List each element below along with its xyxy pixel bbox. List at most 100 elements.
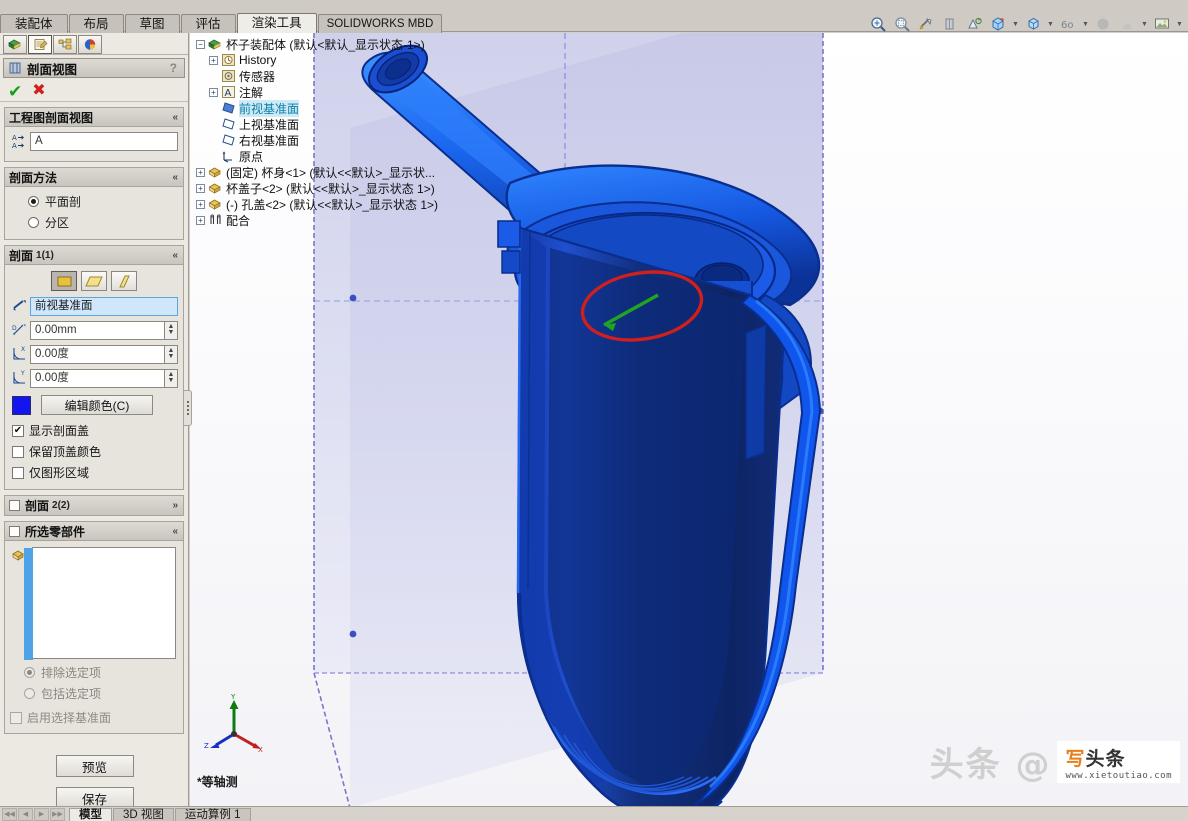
radio-include-selected[interactable]: 包括选定项	[8, 683, 179, 704]
feature-tree[interactable]: − 杯子装配体 (默认<默认_显示状态-1>) + History 传感器 + …	[196, 36, 486, 228]
group-body-drawing-section-view: A A A	[5, 127, 183, 161]
zoom-to-area-icon[interactable]	[891, 14, 913, 34]
chevron-up-icon[interactable]: «	[172, 250, 178, 261]
view-settings-caret-icon[interactable]: ▼	[1140, 14, 1149, 34]
checkbox-keep-cap-color[interactable]: 保留顶盖颜色	[10, 441, 178, 462]
zoom-to-fit-icon[interactable]	[867, 14, 889, 34]
chevron-up-icon[interactable]: «	[172, 526, 178, 537]
display-style-icon[interactable]	[987, 14, 1009, 34]
tree-node-label: 注解	[239, 85, 264, 100]
tree-node-history[interactable]: + History	[196, 52, 486, 68]
tab-motion-study[interactable]: 运动算例 1	[174, 807, 251, 821]
chevron-up-icon[interactable]: «	[172, 172, 178, 183]
view-orientation-icon[interactable]	[963, 14, 985, 34]
tree-expander[interactable]: +	[196, 167, 205, 177]
offset-distance-input[interactable]: 0.00mm	[30, 320, 165, 340]
tree-node-mates[interactable]: + 配合	[196, 212, 486, 228]
top-plane-type-button[interactable]	[81, 271, 107, 291]
tree-node-annotations[interactable]: + A 注解	[196, 84, 486, 100]
panel-splitter-handle[interactable]	[184, 390, 192, 426]
group-header-drawing-section-view[interactable]: 工程图剖面视图 «	[5, 108, 183, 127]
last-record-button[interactable]: ▶▶	[50, 807, 65, 821]
next-record-button[interactable]: ▶	[34, 807, 49, 821]
checkbox-enable-selection-plane[interactable]: 启用选择基准面	[8, 707, 179, 728]
view-settings-icon[interactable]	[1116, 14, 1138, 34]
ribbon-tab-solidworks-mbd[interactable]: SOLIDWORKS MBD	[317, 14, 443, 33]
group-header-section-method[interactable]: 剖面方法 «	[5, 168, 183, 187]
apply-scene-picture-icon[interactable]	[1151, 14, 1173, 34]
checkbox-indicator	[10, 711, 22, 724]
tree-expander[interactable]: +	[196, 215, 205, 225]
color-swatch[interactable]	[12, 395, 31, 415]
radio-exclude-selected[interactable]: 排除选定项	[8, 662, 179, 683]
checkbox-graphics-only[interactable]: 仅图形区域	[10, 462, 178, 483]
tree-node-assembly[interactable]: − 杯子装配体 (默认<默认_显示状态-1>)	[196, 36, 486, 52]
view-picture-caret-icon[interactable]: ▼	[1175, 14, 1184, 34]
hide-show-caret-icon[interactable]: ▼	[1046, 14, 1055, 34]
graphics-area[interactable]: − 杯子装配体 (默认<默认_显示状态-1>) + History 传感器 + …	[190, 33, 1188, 806]
ribbon-tab-render-tools[interactable]: 渲染工具	[236, 13, 317, 33]
tree-expander[interactable]: +	[196, 199, 205, 209]
group-enable-checkbox[interactable]	[9, 525, 20, 537]
ribbon-tab-layout[interactable]: 布局	[68, 14, 124, 33]
ribbon-tab-sketch[interactable]: 草图	[124, 14, 180, 33]
tree-node-sensors[interactable]: 传感器	[196, 68, 486, 84]
feature-manager-tab[interactable]	[3, 35, 27, 54]
radio-zonal-section[interactable]: 分区	[10, 212, 178, 233]
rotation-x-icon: X	[10, 344, 30, 364]
group-header-section-2[interactable]: 剖面 2(2) »	[5, 496, 183, 515]
property-manager-tab[interactable]	[28, 35, 52, 54]
previous-record-button[interactable]: ◀	[18, 807, 33, 821]
tree-node-component-cup-body[interactable]: + (固定) 杯身<1> (默认<<默认>_显示状...	[196, 164, 486, 180]
edit-color-button[interactable]: 编辑颜色(C)	[41, 395, 153, 415]
confirm-button[interactable]: ✔	[8, 83, 22, 100]
tree-expander[interactable]: +	[209, 87, 218, 97]
reference-plane-input[interactable]: 前视基准面	[30, 296, 178, 316]
right-plane-type-button[interactable]	[111, 271, 137, 291]
group-enable-checkbox[interactable]	[9, 500, 20, 511]
preview-button[interactable]: 预览	[55, 755, 134, 777]
apply-scene-caret-icon[interactable]: ▼	[1081, 14, 1090, 34]
tree-expander[interactable]: −	[196, 39, 205, 49]
section-label-input[interactable]: A	[30, 131, 178, 151]
tree-expander[interactable]: +	[196, 183, 205, 193]
cancel-button[interactable]: ✖	[32, 83, 45, 99]
rotation-y-stepper[interactable]: ▲ ▼	[165, 368, 178, 388]
chevron-down-icon[interactable]: »	[172, 500, 178, 511]
section-view-icon[interactable]	[939, 14, 961, 34]
tab-3d-views[interactable]: 3D 视图	[113, 807, 174, 821]
display-style-caret-icon[interactable]: ▼	[1011, 14, 1020, 34]
radio-planar-section[interactable]: 平面剖	[10, 191, 178, 212]
view-toolbar: ▼ ▼ 6o ▼ ▼ ▼	[867, 14, 1184, 34]
tree-expander[interactable]: +	[209, 55, 218, 65]
tree-node-component-cup-lid[interactable]: + 杯盖子<2> (默认<<默认>_显示状态 1>)	[196, 180, 486, 196]
offset-distance-stepper[interactable]: ▲ ▼	[165, 320, 178, 340]
tab-model[interactable]: 模型	[69, 807, 112, 821]
rotation-x-input[interactable]: 0.00度	[30, 344, 165, 364]
apply-scene-icon[interactable]: 6o	[1057, 14, 1079, 34]
tree-node-right-plane[interactable]: 右视基准面	[196, 132, 486, 148]
ribbon-tab-assembly[interactable]: 装配体	[0, 14, 68, 33]
tree-node-component-hole-cover[interactable]: + (-) 孔盖<2> (默认<<默认>_显示状态 1>)	[196, 196, 486, 212]
checkbox-show-section-cap[interactable]: ✔ 显示剖面盖	[10, 420, 178, 441]
hide-show-items-icon[interactable]	[1022, 14, 1044, 34]
group-header-selected-components[interactable]: 所选零部件 «	[5, 522, 183, 541]
first-record-button[interactable]: ◀◀	[2, 807, 17, 821]
configuration-manager-tab[interactable]	[53, 35, 77, 54]
edit-appearance-icon[interactable]	[1092, 14, 1114, 34]
watermark-text: 头条 @	[929, 745, 1052, 785]
ribbon-tab-evaluate[interactable]: 评估	[180, 14, 236, 33]
tree-node-top-plane[interactable]: 上视基准面	[196, 116, 486, 132]
help-icon[interactable]: ?	[170, 61, 177, 75]
group-header-section-1[interactable]: 剖面 1(1) «	[5, 246, 183, 265]
tree-node-origin[interactable]: 原点	[196, 148, 486, 164]
previous-view-icon[interactable]	[915, 14, 937, 34]
chevron-up-icon[interactable]: «	[172, 112, 178, 123]
rotation-y-input[interactable]: 0.00度	[30, 368, 165, 388]
front-plane-type-button[interactable]	[51, 271, 77, 291]
tree-node-front-plane[interactable]: 前视基准面	[196, 99, 486, 117]
display-manager-tab[interactable]	[78, 35, 102, 54]
selected-components-list[interactable]	[24, 547, 176, 660]
rotation-x-stepper[interactable]: ▲ ▼	[165, 344, 178, 364]
checkbox-label: 显示剖面盖	[29, 424, 90, 438]
